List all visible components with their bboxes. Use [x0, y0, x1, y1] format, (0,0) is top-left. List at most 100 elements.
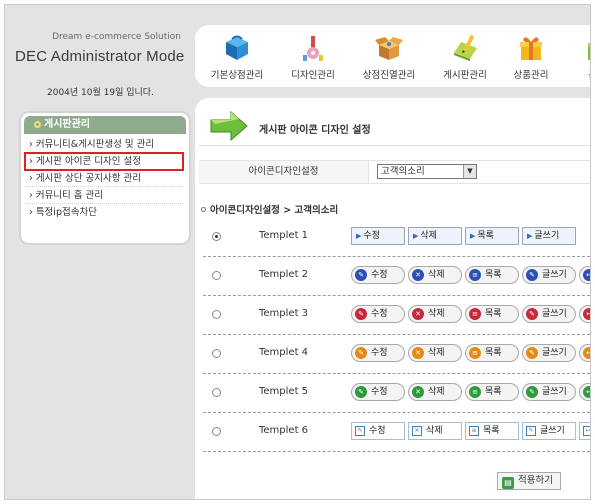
preview-button: ✎ 수정 — [351, 266, 405, 284]
preview-button: ✎ 글쓰기 — [522, 383, 576, 401]
button-glyph-icon: ↩ — [583, 426, 590, 436]
nav-design[interactable]: 디자인관리 — [275, 25, 351, 87]
button-glyph-icon: ✎ — [526, 269, 538, 281]
preview-button-label: 글쓰기 — [542, 387, 567, 397]
template-name: Templet 6 — [259, 425, 309, 436]
preview-button: ✎ 수정 — [351, 422, 405, 440]
preview-button: ✎ 글쓰기 — [522, 344, 576, 362]
template-radio[interactable] — [212, 232, 221, 241]
preview-button-label: 수정 — [369, 426, 386, 436]
preview-button: ✕ 삭제 — [408, 305, 462, 323]
nav-group-buy[interactable]: 공구 — [559, 25, 590, 87]
preview-button-label: 글쓰기 — [542, 270, 567, 280]
sidebar-item-notice[interactable]: › 게시판 상단 공지사항 관리 — [25, 170, 183, 187]
template-radio[interactable] — [212, 388, 221, 397]
apply-button[interactable]: ▤ 적용하기 — [497, 472, 561, 490]
nav-label: 기본상점관리 — [210, 70, 264, 81]
board-select[interactable]: 고객의소리 ▼ — [377, 164, 477, 179]
nav-board[interactable]: 게시판관리 — [427, 25, 503, 87]
preview-button-label: 목록 — [485, 270, 502, 280]
preview-button-label: 삭제 — [420, 231, 437, 241]
preview-button: ▶ 목록 — [465, 227, 519, 245]
button-glyph-icon: ✎ — [355, 269, 367, 281]
triangle-icon: ▶ — [527, 232, 533, 240]
button-glyph-icon: ✎ — [355, 426, 365, 436]
template-name: Templet 1 — [259, 230, 309, 241]
preview-button-label: 삭제 — [426, 426, 443, 436]
nav-label: 공구 — [559, 67, 590, 81]
setting-label: 아이콘디자인설정 — [199, 161, 369, 183]
sidebar-item-ip-block[interactable]: › 특정ip접속차단 — [25, 204, 183, 221]
preview-button-label: 목록 — [485, 309, 502, 319]
preview-button-label: 수정 — [371, 348, 388, 358]
preview-button-label: 수정 — [363, 231, 380, 241]
button-glyph-icon: ≡ — [469, 308, 481, 320]
preview-button-label: 목록 — [483, 426, 500, 436]
sidebar-item-icon-design[interactable]: › 게시판 아이콘 디자인 설정 — [24, 152, 184, 171]
preview-button-label: 글쓰기 — [534, 231, 560, 241]
preview-button-label: 수정 — [371, 270, 388, 280]
preview-button: ≡ 목록 — [465, 422, 519, 440]
green-arrow-icon — [210, 110, 248, 142]
template-row: Templet 3 ✎ 수정 ✕ 삭제 ≡ 목록 ✎ 글쓰기 ↩답 — [203, 297, 590, 335]
preview-button-label: 수정 — [371, 387, 388, 397]
board-select-value: 고객의소리 — [381, 166, 425, 177]
template-radio[interactable] — [212, 271, 221, 280]
template-button-preview: ✎ 수정 ✕ 삭제 ≡ 목록 ✎ 글쓰기 ↩답변 — [351, 422, 590, 440]
nav-store-basic[interactable]: 기본상점관리 — [199, 25, 275, 87]
nav-products[interactable]: 상품관리 — [493, 25, 569, 87]
top-navigation: 기본상점관리 디자인관리 상점진열관리 게시판관리 상품관리 — [195, 25, 590, 87]
sidebar-item-board-create[interactable]: › 커뮤니티&게시판생성 및 관리 — [25, 136, 183, 153]
preview-button: ≡ 목록 — [465, 266, 519, 284]
button-glyph-icon: ✎ — [355, 308, 367, 320]
preview-button: ✕ 삭제 — [408, 266, 462, 284]
button-glyph-icon: ≡ — [469, 426, 479, 436]
button-glyph-icon: ↩ — [583, 347, 590, 359]
template-radio[interactable] — [212, 427, 221, 436]
window-frame: Dream e-commerce Solution DEC Administra… — [4, 4, 591, 500]
sidebar-item-community-home[interactable]: › 커뮤니티 홈 관리 — [25, 187, 183, 204]
template-row: Templet 4 ✎ 수정 ✕ 삭제 ≡ 목록 ✎ 글쓰기 ↩답 — [203, 336, 590, 374]
button-glyph-icon: ≡ — [469, 347, 481, 359]
preview-button: ✕ 삭제 — [408, 422, 462, 440]
template-radio[interactable] — [212, 349, 221, 358]
button-glyph-icon: ✎ — [355, 386, 367, 398]
button-glyph-icon: ↩ — [583, 308, 590, 320]
icon-design-setting-row: 아이콘디자인설정 고객의소리 ▼ — [199, 160, 590, 184]
page-title: 게시판 아이콘 디자인 설정 — [259, 125, 371, 136]
bullet-icon — [201, 207, 206, 212]
open-box-icon — [375, 37, 403, 60]
preview-button: ✎ 수정 — [351, 383, 405, 401]
preview-button: ✎ 수정 — [351, 305, 405, 323]
preview-button: ≡ 목록 — [465, 305, 519, 323]
template-name: Templet 4 — [259, 347, 309, 358]
preview-button: ▶ 수정 — [351, 227, 405, 245]
main-panel: 게시판 아이콘 디자인 설정 아이콘디자인설정 고객의소리 ▼ 아이콘디자인설정… — [195, 98, 590, 499]
button-glyph-icon: ✕ — [412, 269, 424, 281]
notebook-pencil-icon — [454, 34, 477, 61]
brand-subtitle: Dream e-commerce Solution — [52, 32, 181, 42]
triangle-icon: ▶ — [356, 232, 362, 240]
preview-button-label: 삭제 — [428, 309, 445, 319]
button-glyph-icon: ≡ — [469, 386, 481, 398]
sidebar-heading-label: 게시판관리 — [44, 119, 90, 130]
button-glyph-icon: ✎ — [526, 308, 538, 320]
nav-store-display[interactable]: 상점진열관리 — [351, 25, 427, 87]
template-radio[interactable] — [212, 310, 221, 319]
button-glyph-icon: ✕ — [412, 347, 424, 359]
preview-button: ↩답변 — [579, 422, 590, 440]
template-name: Templet 2 — [259, 269, 309, 280]
template-button-preview: ✎ 수정 ✕ 삭제 ≡ 목록 ✎ 글쓰기 ↩답 — [351, 344, 590, 362]
template-button-preview: ✎ 수정 ✕ 삭제 ≡ 목록 ✎ 글쓰기 ↩답 — [351, 305, 590, 323]
template-row: Templet 1 ▶ 수정 ▶ 삭제 ▶ 목록 ▶ 글쓰기 — [203, 219, 590, 257]
gift-box-icon — [520, 37, 542, 60]
preview-button: ✎ 글쓰기 — [522, 422, 576, 440]
group-buy-icon — [588, 43, 590, 60]
button-glyph-icon: ✎ — [526, 347, 538, 359]
button-glyph-icon: ✕ — [412, 426, 422, 436]
preview-button-label: 글쓰기 — [542, 309, 567, 319]
nav-label: 게시판관리 — [443, 70, 487, 81]
preview-button: ≡ 목록 — [465, 383, 519, 401]
preview-button-label: 글쓰기 — [542, 348, 567, 358]
preview-button: ✎ 수정 — [351, 344, 405, 362]
